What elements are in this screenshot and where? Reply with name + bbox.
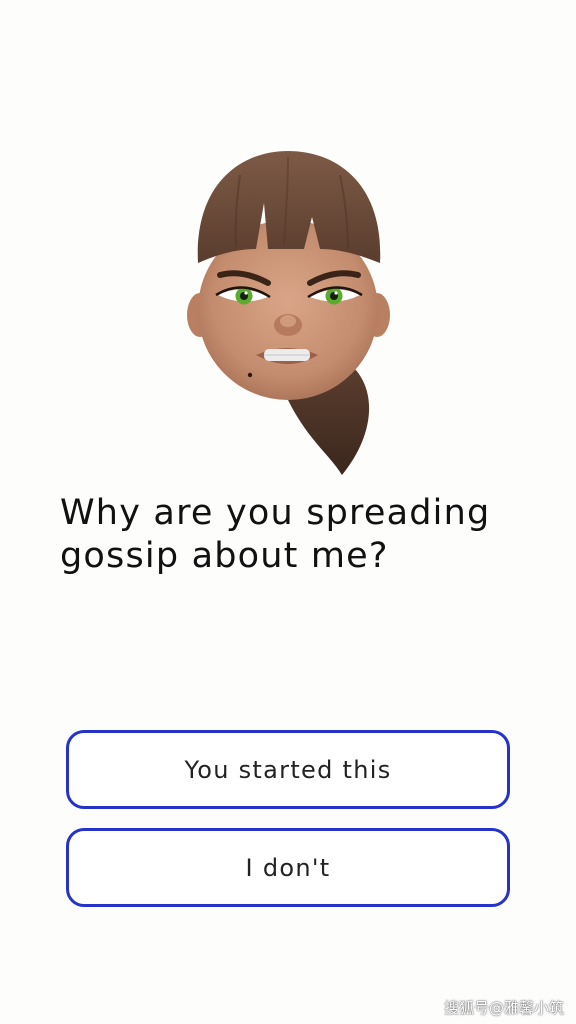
dialogue-question: Why are you spreading gossip about me?: [60, 493, 491, 576]
answer-button-you-started-this[interactable]: You started this: [66, 730, 510, 809]
answer-label: You started this: [184, 755, 392, 784]
answer-label: I don't: [245, 853, 331, 882]
game-screen: Why are you spreading gossip about me? Y…: [0, 0, 576, 1024]
angry-memoji-avatar: [187, 151, 390, 475]
watermark: 搜狐号@雅馨小筑: [443, 999, 564, 1017]
answer-button-i-dont[interactable]: I don't: [66, 828, 510, 907]
